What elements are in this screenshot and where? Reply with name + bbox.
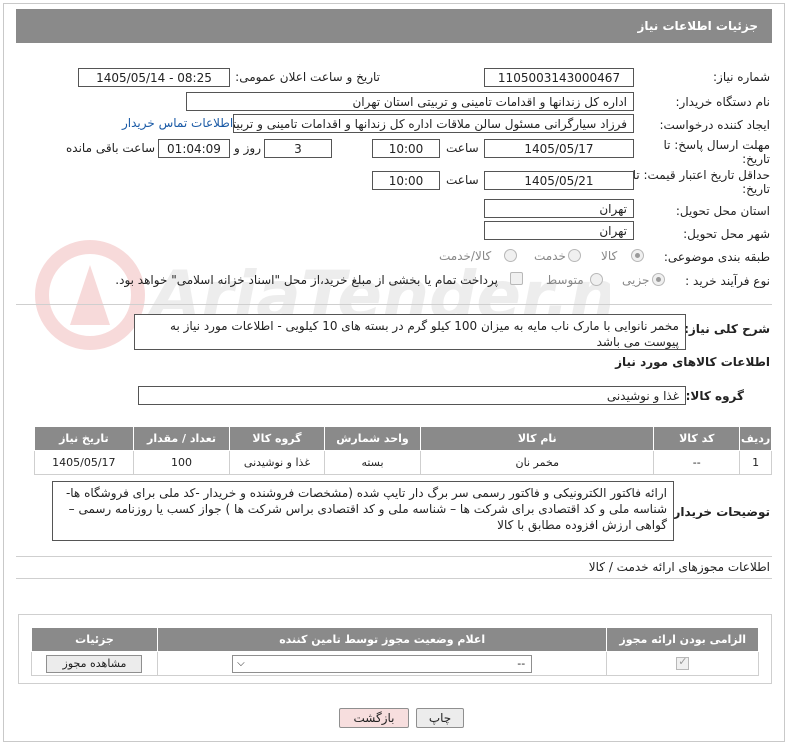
permits-section-title: اطلاعات مجوزهای ارائه خدمت / کالا (588, 560, 770, 574)
category-goods-label: کالا (601, 249, 618, 263)
reply-time-field: 10:00 (372, 139, 440, 158)
announce-field: 1405/05/14 - 08:25 (78, 68, 230, 87)
col-status: اعلام وضعیت مجوز توسط تامین کننده (156, 627, 608, 652)
category-label: طبقه بندی موضوعی: (663, 250, 770, 264)
col-code: کد کالا (653, 426, 741, 451)
price-date-field: 1405/05/21 (484, 171, 634, 190)
creator-field: فرزاد سیارگرانی مسئول سالن ملاقات اداره … (233, 114, 634, 133)
page-header: جزئیات اطلاعات نیاز (16, 9, 772, 43)
cell-name: مخمر نان (420, 450, 655, 475)
city-field: تهران (484, 221, 634, 240)
divider (16, 304, 772, 305)
cell-required: ✓ (606, 651, 759, 676)
cell-status: -- ⌵ (156, 651, 608, 676)
permit-status-select[interactable]: -- ⌵ (232, 654, 533, 673)
city-label: شهر محل تحویل: (683, 227, 770, 241)
cell-details: مشاهده مجوز (31, 651, 158, 676)
cell-row: 1 (739, 450, 772, 475)
need-number-label: شماره نیاز: (713, 70, 770, 84)
back-button[interactable]: بازگشت (339, 708, 409, 728)
table-row: ✓ -- ⌵ مشاهده مجوز (31, 651, 759, 676)
category-both-label: کالا/خدمت (439, 249, 492, 263)
print-button[interactable]: چاپ (416, 708, 464, 728)
col-details: جزئیات (31, 627, 158, 652)
cell-date: 1405/05/17 (34, 450, 134, 475)
col-date: تاریخ نیاز (34, 426, 134, 451)
buyer-org-field: اداره کل زندانها و اقدامات تامینی و تربی… (186, 92, 634, 111)
process-partial-radio[interactable] (652, 273, 665, 286)
col-name: نام کالا (420, 426, 655, 451)
description-field: مخمر نانوایی با مارک ناب مایه به میزان 1… (134, 314, 686, 350)
remaining-label: ساعت باقی مانده (66, 141, 156, 155)
creator-label: ایجاد کننده درخواست: (659, 118, 770, 132)
view-permit-button[interactable]: مشاهده مجوز (46, 654, 143, 673)
remaining-time-field: 01:04:09 (158, 139, 230, 158)
treasury-payment-checkbox[interactable] (510, 272, 523, 285)
days-field: 3 (264, 139, 332, 158)
cell-code: -- (653, 450, 741, 475)
need-number-field: 1105003143000467 (484, 68, 634, 87)
divider (16, 578, 772, 579)
category-service-radio[interactable] (568, 249, 581, 262)
col-unit: واحد شمارش (323, 426, 422, 451)
buyer-notes-field: ارائه فاکتور الکترونیکی و فاکتور رسمی سر… (52, 481, 674, 541)
cell-qty: 100 (132, 450, 231, 475)
permits-table-header: الزامی بودن ارائه مجوز اعلام وضعیت مجوز … (31, 627, 759, 652)
goods-group-label: گروه کالا: (685, 389, 744, 403)
permit-status-value: -- (517, 656, 526, 670)
price-time-label: ساعت (446, 173, 479, 187)
goods-group-field: غذا و نوشیدنی (138, 386, 686, 405)
price-time-field: 10:00 (372, 171, 440, 190)
reply-time-label: ساعت (446, 141, 479, 155)
province-label: استان محل تحویل: (675, 204, 770, 218)
process-medium-label: متوسط (546, 273, 584, 287)
col-row: ردیف (739, 426, 772, 451)
cell-unit: بسته (323, 450, 422, 475)
contact-buyer-link[interactable]: اطلاعات تماس خریدار (122, 116, 233, 130)
category-both-radio[interactable] (504, 249, 517, 262)
description-label: شرح کلی نیاز: (684, 322, 770, 336)
category-goods-radio[interactable] (631, 249, 644, 262)
permits-table: الزامی بودن ارائه مجوز اعلام وضعیت مجوز … (31, 627, 759, 676)
buyer-org-label: نام دستگاه خریدار: (675, 95, 771, 109)
goods-table: ردیف کد کالا نام کالا واحد شمارش گروه کا… (34, 426, 772, 475)
reply-deadline-label: مهلت ارسال پاسخ: تا تاریخ: (663, 138, 770, 166)
col-group: گروه کالا (229, 426, 325, 451)
process-medium-radio[interactable] (590, 273, 603, 286)
col-qty: تعداد / مقدار (132, 426, 231, 451)
price-deadline-label: حداقل تاریخ اعتبار قیمت: تا تاریخ: (632, 168, 770, 196)
days-label: روز و (234, 141, 261, 155)
category-service-label: خدمت (534, 249, 566, 263)
divider (16, 556, 772, 557)
permits-panel: الزامی بودن ارائه مجوز اعلام وضعیت مجوز … (18, 614, 772, 684)
goods-table-header: ردیف کد کالا نام کالا واحد شمارش گروه کا… (34, 426, 772, 451)
chevron-down-icon: ⌵ (237, 657, 245, 669)
process-partial-label: جزیی (622, 273, 650, 287)
treasury-payment-note: پرداخت تمام یا بخشی از مبلغ خرید،از محل … (115, 273, 498, 287)
announce-label: تاریخ و ساعت اعلان عمومی: (235, 70, 380, 84)
required-checkbox[interactable]: ✓ (676, 655, 690, 671)
reply-date-field: 1405/05/17 (484, 139, 634, 158)
checkmark-icon: ✓ (678, 655, 688, 669)
process-label: نوع فرآیند خرید : (685, 274, 770, 288)
province-field: تهران (484, 199, 634, 218)
table-row: 1 -- مخمر نان بسته غذا و نوشیدنی 100 140… (34, 450, 772, 475)
buyer-notes-label: توضیحات خریدار: (668, 505, 770, 519)
goods-section-title: اطلاعات کالاهای مورد نیاز (615, 355, 770, 369)
cell-group: غذا و نوشیدنی (229, 450, 325, 475)
col-required: الزامی بودن ارائه مجوز (606, 627, 759, 652)
